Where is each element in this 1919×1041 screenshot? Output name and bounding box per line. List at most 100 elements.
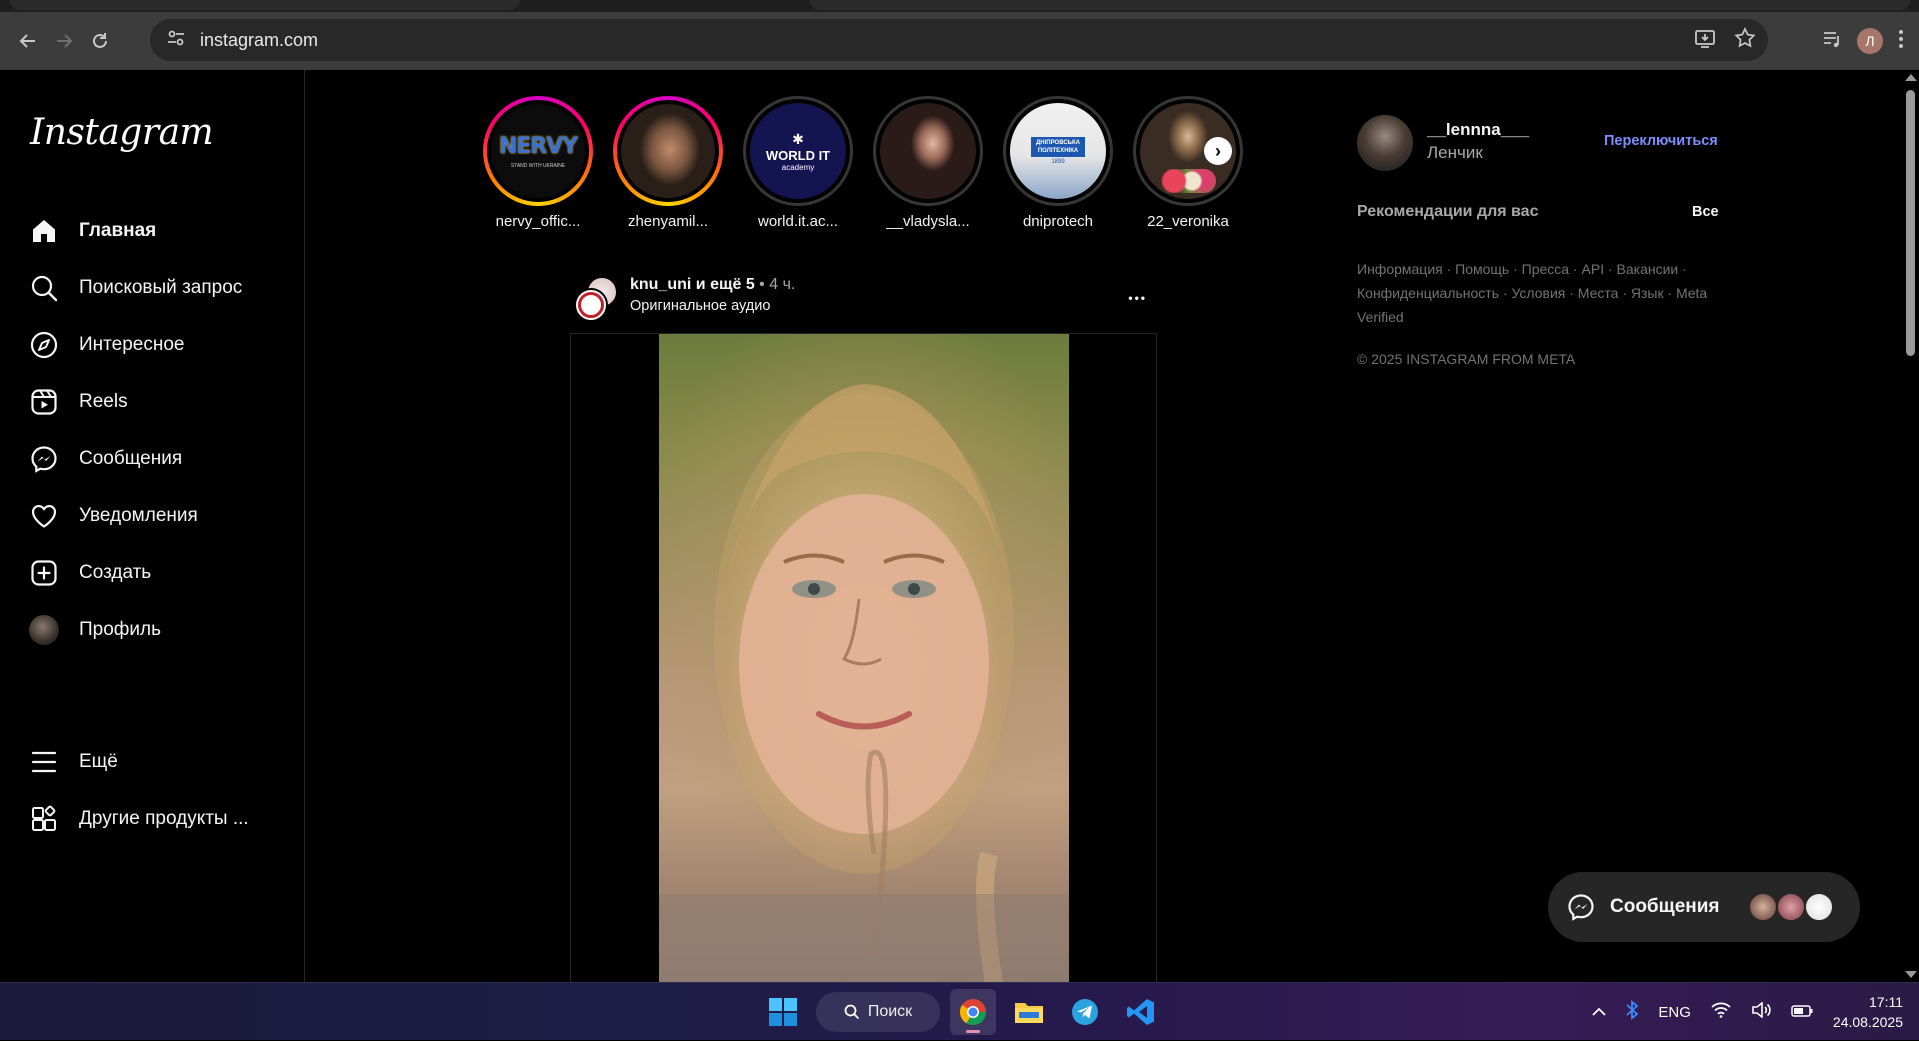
battery-icon[interactable]: [1791, 1004, 1813, 1021]
story-username: nervy_offic...: [495, 213, 581, 230]
post-media[interactable]: [570, 333, 1157, 982]
instagram-logo[interactable]: Instagram: [30, 112, 214, 153]
scroll-thumb[interactable]: [1906, 90, 1915, 356]
reload-button[interactable]: [82, 23, 118, 59]
current-username[interactable]: __lennna___: [1427, 120, 1529, 140]
telegram-icon: [1072, 999, 1098, 1025]
folder-icon: [1015, 1003, 1043, 1023]
browser-menu-icon[interactable]: [1897, 28, 1905, 55]
arrow-right-icon: [57, 34, 73, 48]
current-user-avatar[interactable]: [1357, 115, 1413, 171]
story-item[interactable]: __vladysla...: [873, 96, 983, 230]
nav-create[interactable]: Создать: [12, 545, 292, 601]
address-bar[interactable]: instagram.com: [150, 19, 1768, 61]
explorer-taskbar-icon[interactable]: [1006, 989, 1052, 1035]
see-all-link[interactable]: Все: [1692, 204, 1719, 220]
install-app-icon[interactable]: [1694, 27, 1716, 54]
story-username: world.it.ac...: [757, 213, 839, 230]
worldit-mark-icon: ✱: [792, 130, 804, 147]
nav-home[interactable]: Главная: [12, 203, 292, 259]
footer-links[interactable]: Информация · Помощь · Пресса · API · Вак…: [1357, 257, 1717, 329]
switch-account-link[interactable]: Переключиться: [1604, 133, 1718, 149]
volume-icon[interactable]: [1751, 1001, 1771, 1022]
post-coauthors[interactable]: и ещё 5: [691, 276, 755, 293]
nav-label: Reels: [79, 391, 128, 412]
url-text[interactable]: instagram.com: [200, 30, 318, 51]
start-button[interactable]: [760, 989, 806, 1035]
forward-button[interactable]: [46, 23, 82, 59]
windows-taskbar: Поиск ENG 17:11 24.08.2025: [0, 982, 1919, 1040]
post-author-avatars[interactable]: [574, 276, 620, 322]
browser-toolbar: instagram.com Л: [0, 12, 1919, 70]
story-ring: [873, 96, 983, 206]
chevron-up-icon[interactable]: [1592, 1004, 1607, 1021]
copyright: © 2025 INSTAGRAM FROM META: [1357, 351, 1576, 367]
post-audio[interactable]: Оригинальное аудио: [630, 298, 770, 314]
story-item[interactable]: ✱ WORLD IT academy world.it.ac...: [743, 96, 853, 230]
knu-logo-avatar: [574, 288, 608, 322]
nav-profile[interactable]: Профиль: [12, 602, 292, 658]
nav-notifications[interactable]: Уведомления: [12, 488, 292, 544]
chevron-right-icon: ›: [1215, 140, 1221, 161]
story-item[interactable]: 22_veronika: [1133, 96, 1243, 230]
story-item[interactable]: NERVY STAND WITH UKRAINE nervy_offic...: [483, 96, 593, 230]
post-header: knu_uni и ещё 5 • 4 ч. Оригинальное ауди…: [572, 274, 1157, 326]
scroll-up-arrow[interactable]: [1905, 74, 1917, 81]
story-avatar: ✱ WORLD IT academy: [746, 99, 850, 203]
story-username: __vladysla...: [886, 213, 970, 230]
story-username: zhenyamil...: [627, 213, 709, 230]
nav-other-products[interactable]: Другие продукты ...: [12, 791, 292, 847]
more-horizontal-icon: •••: [1128, 291, 1147, 305]
story-avatar: [617, 100, 719, 202]
nav-label: Создать: [79, 562, 152, 583]
dnipro-year: 1899: [1051, 159, 1065, 165]
nav-label: Другие продукты ...: [79, 808, 249, 829]
post-photo[interactable]: [659, 334, 1069, 982]
arrow-left-icon: [19, 34, 35, 48]
clock[interactable]: 17:11 24.08.2025: [1833, 992, 1903, 1032]
nav-explore[interactable]: Интересное: [12, 317, 292, 373]
language-indicator[interactable]: ENG: [1658, 1004, 1691, 1021]
nav-search[interactable]: Поисковый запрос: [12, 260, 292, 316]
nav-label: Сообщения: [79, 448, 183, 469]
story-item[interactable]: zhenyamil...: [613, 96, 723, 230]
page-scrollbar[interactable]: [1902, 70, 1919, 982]
flowers-accent: [1156, 169, 1216, 193]
browser-profile-avatar[interactable]: Л: [1857, 28, 1883, 54]
post-options-button[interactable]: •••: [1128, 282, 1147, 308]
dnipro-logo: ДНІПРОВСЬКА ПОЛІТЕХНІКА: [1031, 137, 1085, 157]
vscode-taskbar-icon[interactable]: [1118, 989, 1164, 1035]
messages-pill-button[interactable]: Сообщения: [1548, 872, 1860, 942]
telegram-taskbar-icon[interactable]: [1062, 989, 1108, 1035]
bookmark-star-icon[interactable]: [1734, 26, 1756, 54]
post-author[interactable]: knu_uni: [630, 276, 691, 293]
taskbar-search[interactable]: Поиск: [816, 992, 940, 1032]
stories-next-button[interactable]: ›: [1204, 137, 1232, 165]
bluetooth-icon[interactable]: [1626, 1000, 1639, 1024]
messages-avatars: [1748, 892, 1838, 922]
recommendations-title: Рекомендации для вас: [1357, 203, 1539, 220]
nav-more[interactable]: Ещё: [12, 734, 292, 790]
nav-label: Поисковый запрос: [79, 277, 243, 298]
post-time[interactable]: 4 ч.: [769, 276, 795, 293]
scroll-down-arrow[interactable]: [1905, 971, 1917, 978]
story-avatar: [876, 99, 980, 203]
story-avatar: NERVY STAND WITH UKRAINE: [487, 100, 589, 202]
messenger-icon: [29, 444, 59, 474]
chat-avatar: [1748, 892, 1778, 922]
back-button[interactable]: [10, 23, 46, 59]
browser-tab[interactable]: [810, 0, 1910, 10]
windows-logo-icon: [769, 998, 797, 1026]
nav-reels[interactable]: Reels: [12, 374, 292, 430]
site-info-icon[interactable]: [166, 28, 186, 53]
reels-icon: [29, 387, 59, 417]
story-username: dniprotech: [1022, 213, 1094, 230]
browser-tab[interactable]: [10, 0, 520, 10]
nav-messages[interactable]: Сообщения: [12, 431, 292, 487]
media-controls-icon[interactable]: [1821, 28, 1843, 55]
wifi-icon[interactable]: [1711, 1002, 1731, 1022]
chrome-taskbar-icon[interactable]: [950, 989, 996, 1035]
messenger-icon: [1566, 892, 1596, 922]
vscode-icon: [1127, 999, 1154, 1025]
story-item[interactable]: ДНІПРОВСЬКА ПОЛІТЕХНІКА 1899 dniprotech: [1003, 96, 1113, 230]
